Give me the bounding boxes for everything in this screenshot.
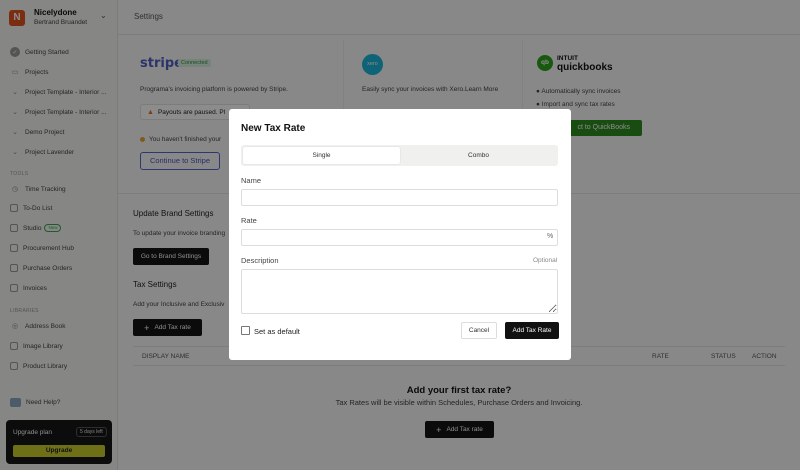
tax-type-toggle: Single Combo xyxy=(241,145,558,166)
set-default-checkbox[interactable] xyxy=(241,326,250,335)
add-tax-rate-submit-button[interactable]: Add Tax Rate xyxy=(505,322,559,339)
tab-single[interactable]: Single xyxy=(243,147,400,164)
dialog-title: New Tax Rate xyxy=(241,123,306,134)
cancel-button[interactable]: Cancel xyxy=(461,322,497,339)
percent-suffix: % xyxy=(547,233,554,240)
name-input[interactable] xyxy=(241,189,558,206)
tab-combo[interactable]: Combo xyxy=(400,147,557,164)
set-default-label[interactable]: Set as default xyxy=(254,327,300,336)
description-label: Description xyxy=(241,256,279,265)
description-textarea[interactable] xyxy=(241,269,558,314)
optional-hint: Optional xyxy=(533,257,558,264)
name-label: Name xyxy=(241,176,262,185)
new-tax-rate-dialog: New Tax Rate Single Combo Name Rate % De… xyxy=(229,109,571,360)
rate-input[interactable] xyxy=(241,229,558,246)
rate-label: Rate xyxy=(241,216,257,225)
